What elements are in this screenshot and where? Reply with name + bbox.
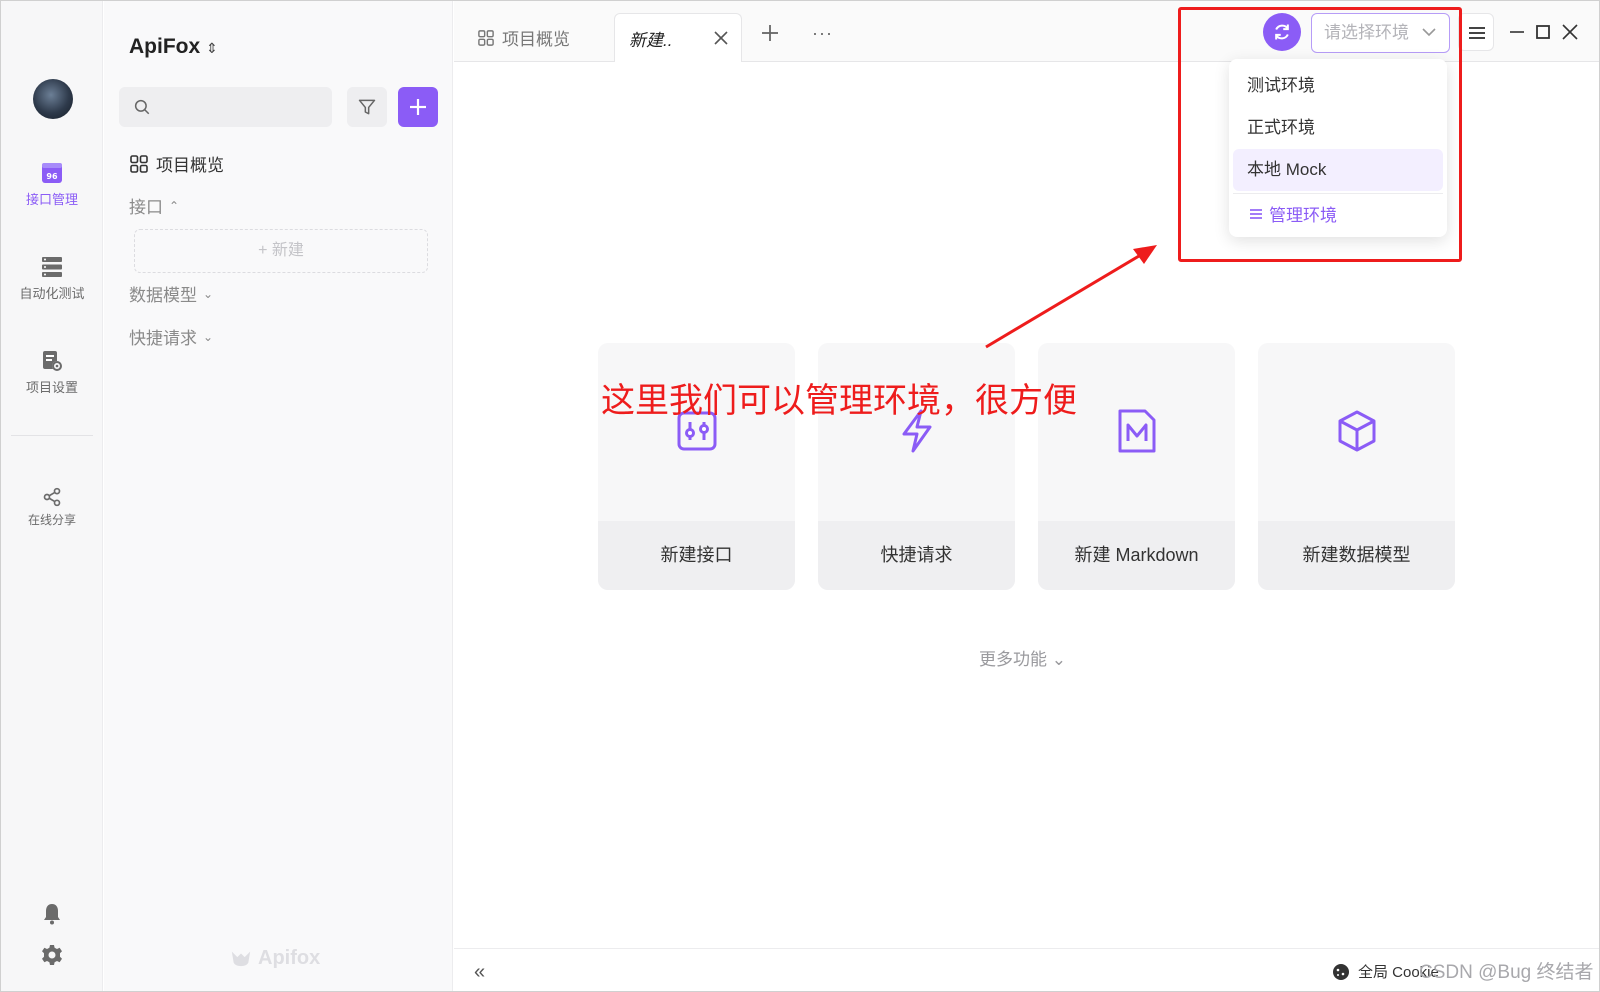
cookie-icon xyxy=(1333,963,1349,980)
csdn-watermark: CSDN @Bug 终结者 xyxy=(1419,962,1594,983)
filter-icon xyxy=(358,99,376,115)
grid-icon xyxy=(478,29,494,46)
bottom-bar: « 全局 Cookie CSDN @Bug 终结者 xyxy=(454,948,1599,991)
tree-group-label: 快捷请求 xyxy=(129,329,197,348)
apifox-logo-icon xyxy=(231,951,251,966)
chevron-down-icon: ⌄ xyxy=(203,286,214,301)
api-management-icon: 96 xyxy=(42,163,62,183)
maximize-icon[interactable] xyxy=(1534,23,1552,41)
tab-overview[interactable]: 项目概览 xyxy=(478,13,570,62)
card-label: 快捷请求 xyxy=(818,521,1015,590)
minimize-icon[interactable] xyxy=(1508,23,1526,41)
tree-group-api[interactable]: 接口 ⌃ xyxy=(129,193,179,218)
apifox-logo: Apifox xyxy=(230,947,320,970)
cube-icon xyxy=(1338,410,1376,452)
search-box xyxy=(119,87,332,127)
project-sidebar: ApiFox ⇕ 项目概览 接口 ⌃ + 新建 数据模型 ⌄ 快捷请求 ⌄ Ap… xyxy=(104,1,453,991)
logo-text: Apifox xyxy=(258,947,321,969)
tree-group-quick-request[interactable]: 快捷请求 ⌄ xyxy=(129,324,213,349)
more-functions-toggle[interactable]: 更多功能 ⌄ xyxy=(979,645,1066,670)
menu-button[interactable] xyxy=(1458,13,1494,51)
hamburger-icon xyxy=(1469,27,1485,39)
tree-group-label: 数据模型 xyxy=(129,286,197,305)
server-stack-icon xyxy=(42,257,62,277)
card-new-data-model[interactable]: 新建数据模型 xyxy=(1258,343,1455,590)
add-button[interactable] xyxy=(398,87,438,127)
rail-item-label: 在线分享 xyxy=(27,513,76,527)
more-tabs-button[interactable]: ··· xyxy=(812,23,833,44)
project-settings-icon xyxy=(43,351,62,371)
tab-label: 新建.. xyxy=(629,30,673,50)
gear-icon[interactable] xyxy=(40,943,64,967)
app-window: 96 接口管理 自动化测试 项目设置 在线分享 ApiFox ⇕ 项目概览 接口… xyxy=(0,0,1600,992)
card-label: 新建接口 xyxy=(598,521,795,590)
grid-icon xyxy=(130,154,148,173)
project-title: ApiFox xyxy=(129,35,201,58)
rail-item-api-management[interactable]: 96 接口管理 xyxy=(1,161,103,208)
svg-text:96: 96 xyxy=(46,172,58,181)
rail-item-label: 自动化测试 xyxy=(19,286,85,301)
new-tab-plus-icon[interactable] xyxy=(760,23,780,43)
card-label: 新建数据模型 xyxy=(1258,521,1455,590)
rail-item-online-share[interactable]: 在线分享 xyxy=(1,487,103,528)
annotation-text: 这里我们可以管理环境，很方便 xyxy=(601,381,1077,421)
project-switcher[interactable]: ApiFox ⇕ xyxy=(129,35,218,59)
tab-label: 项目概览 xyxy=(502,30,570,49)
rail-item-label: 项目设置 xyxy=(25,380,78,395)
rail-item-auto-test[interactable]: 自动化测试 xyxy=(1,255,103,302)
avatar[interactable] xyxy=(33,79,73,119)
tree-group-label: 接口 xyxy=(129,198,163,217)
share-icon xyxy=(43,487,61,507)
new-api-button[interactable]: + 新建 xyxy=(134,229,428,273)
search-input[interactable] xyxy=(159,87,324,127)
collapse-sidebar-button[interactable]: « xyxy=(474,961,485,984)
filter-button[interactable] xyxy=(347,87,387,127)
window-close-icon[interactable] xyxy=(1561,23,1579,41)
updown-chevron-icon: ⇕ xyxy=(206,40,218,56)
annotation-box xyxy=(1178,7,1462,262)
tree-item-overview[interactable]: 项目概览 xyxy=(130,151,224,176)
close-icon[interactable] xyxy=(713,30,729,46)
rail-item-label: 接口管理 xyxy=(25,192,78,207)
markdown-icon xyxy=(1118,409,1156,453)
card-label: 新建 Markdown xyxy=(1038,521,1235,590)
chevron-down-icon: ⌄ xyxy=(203,329,214,344)
plus-icon xyxy=(410,99,426,115)
tab-new[interactable]: 新建.. xyxy=(614,13,742,62)
tree-group-data-model[interactable]: 数据模型 ⌄ xyxy=(129,281,213,306)
search-icon xyxy=(134,99,150,115)
rail-divider xyxy=(11,435,93,436)
icon-rail: 96 接口管理 自动化测试 项目设置 在线分享 xyxy=(1,1,103,991)
chevron-up-icon: ⌃ xyxy=(169,198,180,213)
bell-icon[interactable] xyxy=(40,902,64,926)
tree-item-label: 项目概览 xyxy=(156,156,224,175)
rail-item-project-settings[interactable]: 项目设置 xyxy=(1,349,103,396)
